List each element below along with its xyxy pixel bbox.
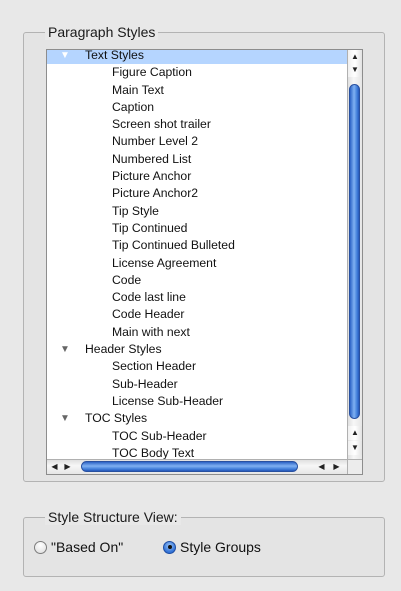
style-label: TOC Styles	[85, 411, 148, 426]
style-label: Code	[112, 272, 142, 287]
style-label: Code last line	[112, 290, 186, 305]
vertical-scrollbar[interactable]: ▲ ▼ ▲ ▼	[347, 50, 362, 459]
style-row[interactable]: TOC Sub-Header	[47, 428, 347, 445]
style-row[interactable]: Caption	[47, 99, 347, 116]
horizontal-scroll-thumb[interactable]	[81, 461, 298, 472]
style-rows: ▼ Text Styles Figure Caption Main Text Capti…	[47, 49, 347, 462]
style-row[interactable]: Numbered List	[47, 151, 347, 168]
style-row[interactable]: Code last line	[47, 289, 347, 306]
style-row[interactable]: Code Header	[47, 306, 347, 323]
style-row[interactable]: Figure Caption	[47, 64, 347, 81]
style-label: Code Header	[112, 307, 185, 322]
vertical-scroll-thumb[interactable]	[349, 84, 360, 419]
style-label: TOC Sub-Header	[112, 428, 207, 443]
style-row[interactable]: Section Header	[47, 358, 347, 375]
style-label: Screen shot trailer	[112, 117, 211, 132]
scroll-left-right-icon[interactable]: ◀	[315, 460, 328, 474]
style-row[interactable]: Code	[47, 272, 347, 289]
style-label: Section Header	[112, 359, 197, 374]
style-group-row[interactable]: ▼ TOC Styles	[47, 410, 347, 427]
style-row[interactable]: Sub-Header	[47, 376, 347, 393]
style-label: Tip Continued Bulleted	[112, 238, 235, 253]
disclosure-triangle-icon[interactable]: ▼	[60, 410, 70, 427]
style-label: Figure Caption	[112, 65, 192, 80]
scroll-right-left-icon[interactable]: ▶	[61, 460, 74, 474]
horizontal-scrollbar[interactable]: ◀ ▶ ◀ ▶	[47, 459, 347, 474]
style-row[interactable]: Tip Continued Bulleted	[47, 237, 347, 254]
style-label: Picture Anchor	[112, 169, 192, 184]
disclosure-triangle-icon[interactable]: ▼	[60, 50, 70, 64]
based-on-label: "Based On"	[51, 539, 124, 555]
style-row[interactable]: Tip Continued	[47, 220, 347, 237]
scroll-up-top-icon[interactable]: ▲	[348, 50, 362, 64]
scroll-right-icon[interactable]: ▶	[330, 460, 343, 474]
paragraph-styles-title: Paragraph Styles	[45, 24, 159, 40]
style-label: Tip Continued	[112, 220, 188, 235]
style-groups-radio-icon[interactable]	[163, 540, 176, 554]
style-row[interactable]: Tip Style	[47, 203, 347, 220]
style-row[interactable]: Screen shot trailer	[47, 116, 347, 133]
paragraph-styles-list[interactable]: ▼ Text Styles Figure Caption Main Text Capti…	[46, 49, 363, 475]
style-structure-title: Style Structure View:	[45, 509, 181, 525]
scroll-left-icon[interactable]: ◀	[48, 460, 61, 474]
style-label: Header Styles	[85, 342, 162, 357]
style-row[interactable]: Picture Anchor2	[47, 185, 347, 202]
style-label: Numbered List	[112, 151, 192, 166]
scroll-up-icon[interactable]: ▲	[348, 426, 362, 440]
style-row[interactable]: Main Text	[47, 82, 347, 99]
style-group-row[interactable]: ▼ Text Styles	[47, 49, 347, 65]
style-row[interactable]: Main with next	[47, 324, 347, 341]
scroll-corner	[347, 459, 362, 474]
style-label: TOC Body Text	[112, 445, 195, 460]
style-label: Picture Anchor2	[112, 186, 199, 201]
style-label: Main with next	[112, 324, 190, 339]
style-row[interactable]: License Sub-Header	[47, 393, 347, 410]
style-groups-label: Style Groups	[180, 539, 261, 555]
style-label: Tip Style	[112, 203, 159, 218]
style-label: Text Styles	[85, 49, 144, 62]
style-row[interactable]: License Agreement	[47, 255, 347, 272]
style-label: License Agreement	[112, 255, 217, 270]
based-on-radio-option[interactable]: "Based On"	[34, 537, 123, 557]
disclosure-triangle-icon[interactable]: ▼	[60, 341, 70, 358]
style-label: License Sub-Header	[112, 393, 224, 408]
scroll-down-top-icon[interactable]: ▼	[348, 63, 362, 77]
style-row[interactable]: Picture Anchor	[47, 168, 347, 185]
based-on-radio-icon[interactable]	[34, 540, 47, 554]
style-groups-radio-option[interactable]: Style Groups	[163, 537, 261, 557]
style-label: Number Level 2	[112, 134, 199, 149]
style-row[interactable]: Number Level 2	[47, 133, 347, 150]
scroll-down-icon[interactable]: ▼	[348, 441, 362, 455]
style-label: Main Text	[112, 82, 164, 97]
style-group-row[interactable]: ▼ Header Styles	[47, 341, 347, 358]
style-label: Caption	[112, 99, 155, 114]
style-label: Sub-Header	[112, 376, 178, 391]
